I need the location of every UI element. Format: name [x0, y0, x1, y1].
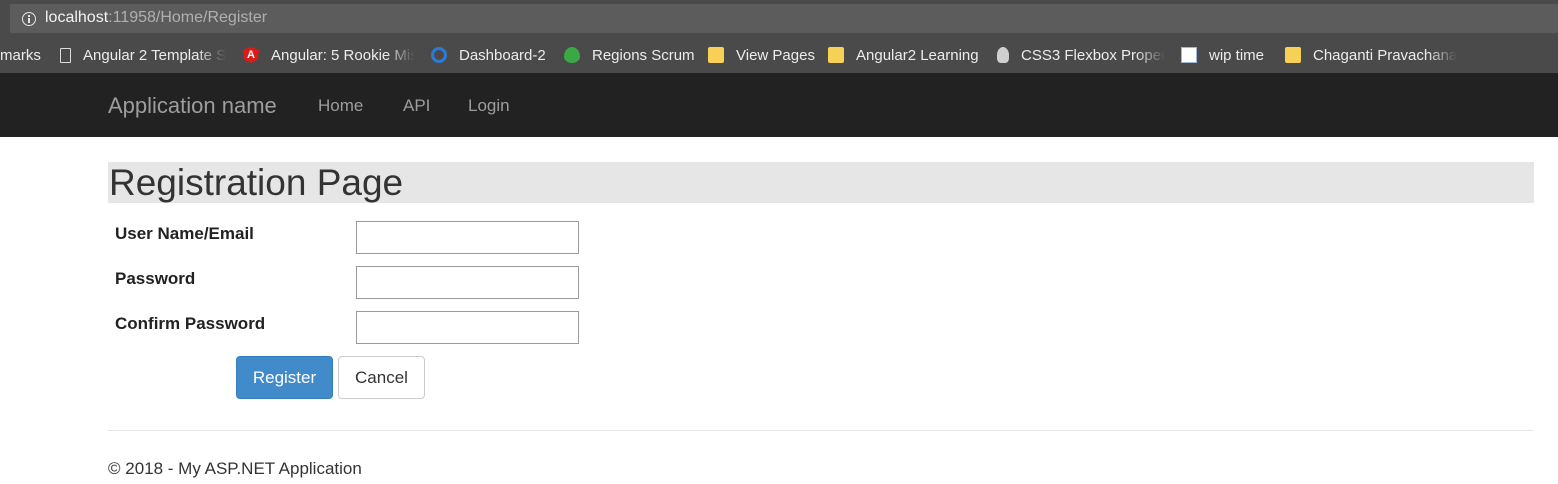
- info-icon[interactable]: [22, 12, 36, 26]
- bookmark-label: Dashboard-2: [459, 46, 546, 64]
- bookmark-label: Regions Scrum: [592, 46, 695, 64]
- bookmark-item-view-pages[interactable]: View Pages: [708, 37, 816, 73]
- password-label: Password: [115, 269, 196, 288]
- note-icon: [828, 47, 844, 63]
- bookmark-item-angular-rookie[interactable]: A Angular: 5 Rookie Mis: [243, 37, 415, 73]
- url-text[interactable]: localhost:11958/Home/Register: [45, 9, 267, 27]
- url-path: :11958/Home/Register: [108, 9, 268, 26]
- nav-link-home[interactable]: Home: [318, 96, 363, 116]
- username-label: User Name/Email: [115, 224, 254, 243]
- person-icon: [997, 47, 1009, 63]
- bookmark-label: View Pages: [736, 46, 815, 64]
- confirm-password-label: Confirm Password: [115, 314, 266, 333]
- bookmark-label: Angular2 Learning: [856, 46, 979, 64]
- username-input[interactable]: [356, 221, 579, 254]
- nav-link-api[interactable]: API: [403, 96, 430, 116]
- footer-text: © 2018 - My ASP.NET Application: [108, 459, 362, 478]
- bookmark-item-angular-2-template[interactable]: Angular 2 Template S: [60, 37, 228, 73]
- bookmark-item-chaganti[interactable]: Chaganti Pravachanar: [1285, 37, 1457, 73]
- browser-address-bar: localhost:11958/Home/Register: [0, 0, 1558, 37]
- cancel-button[interactable]: Cancel: [338, 356, 425, 399]
- url-field[interactable]: localhost:11958/Home/Register: [10, 4, 1558, 33]
- angular-icon: A: [243, 47, 259, 63]
- azure-devops-icon: [431, 47, 447, 63]
- brand-link[interactable]: Application name: [108, 93, 277, 119]
- bookmark-item-bookmarks[interactable]: marks: [0, 37, 44, 73]
- app-navbar: Application name Home API Login: [0, 73, 1558, 137]
- url-host: localhost: [45, 9, 109, 26]
- document-icon: [1181, 47, 1197, 63]
- bookmarks-bar: marks Angular 2 Template S A Angular: 5 …: [0, 37, 1558, 73]
- register-button[interactable]: Register: [236, 356, 333, 399]
- bookmark-label: Angular: 5 Rookie Mis: [271, 46, 415, 64]
- note-icon: [708, 47, 724, 63]
- bookmark-label: Chaganti Pravachanar: [1313, 46, 1457, 64]
- bookmark-label: Angular 2 Template S: [83, 46, 227, 64]
- page-title: Registration Page: [108, 162, 1534, 203]
- nav-link-login[interactable]: Login: [468, 96, 510, 116]
- password-input[interactable]: [356, 266, 579, 299]
- leaf-icon: [564, 47, 580, 63]
- note-icon: [1285, 47, 1301, 63]
- bookmark-item-regions-scrum[interactable]: Regions Scrum: [564, 37, 696, 73]
- confirm-password-input[interactable]: [356, 311, 579, 344]
- footer-divider: [108, 430, 1534, 431]
- bookmark-label: CSS3 Flexbox Propert: [1021, 46, 1165, 64]
- bookmark-item-dashboard-2[interactable]: Dashboard-2: [431, 37, 551, 73]
- bookmark-item-angular2-learning[interactable]: Angular2 Learning: [828, 37, 984, 73]
- page-icon: [60, 47, 71, 63]
- bookmark-label: marks: [0, 46, 41, 64]
- bookmark-item-wip-time[interactable]: wip time: [1181, 37, 1273, 73]
- bookmark-label: wip time: [1209, 46, 1265, 64]
- bookmark-item-css3-flexbox[interactable]: CSS3 Flexbox Propert: [997, 37, 1165, 73]
